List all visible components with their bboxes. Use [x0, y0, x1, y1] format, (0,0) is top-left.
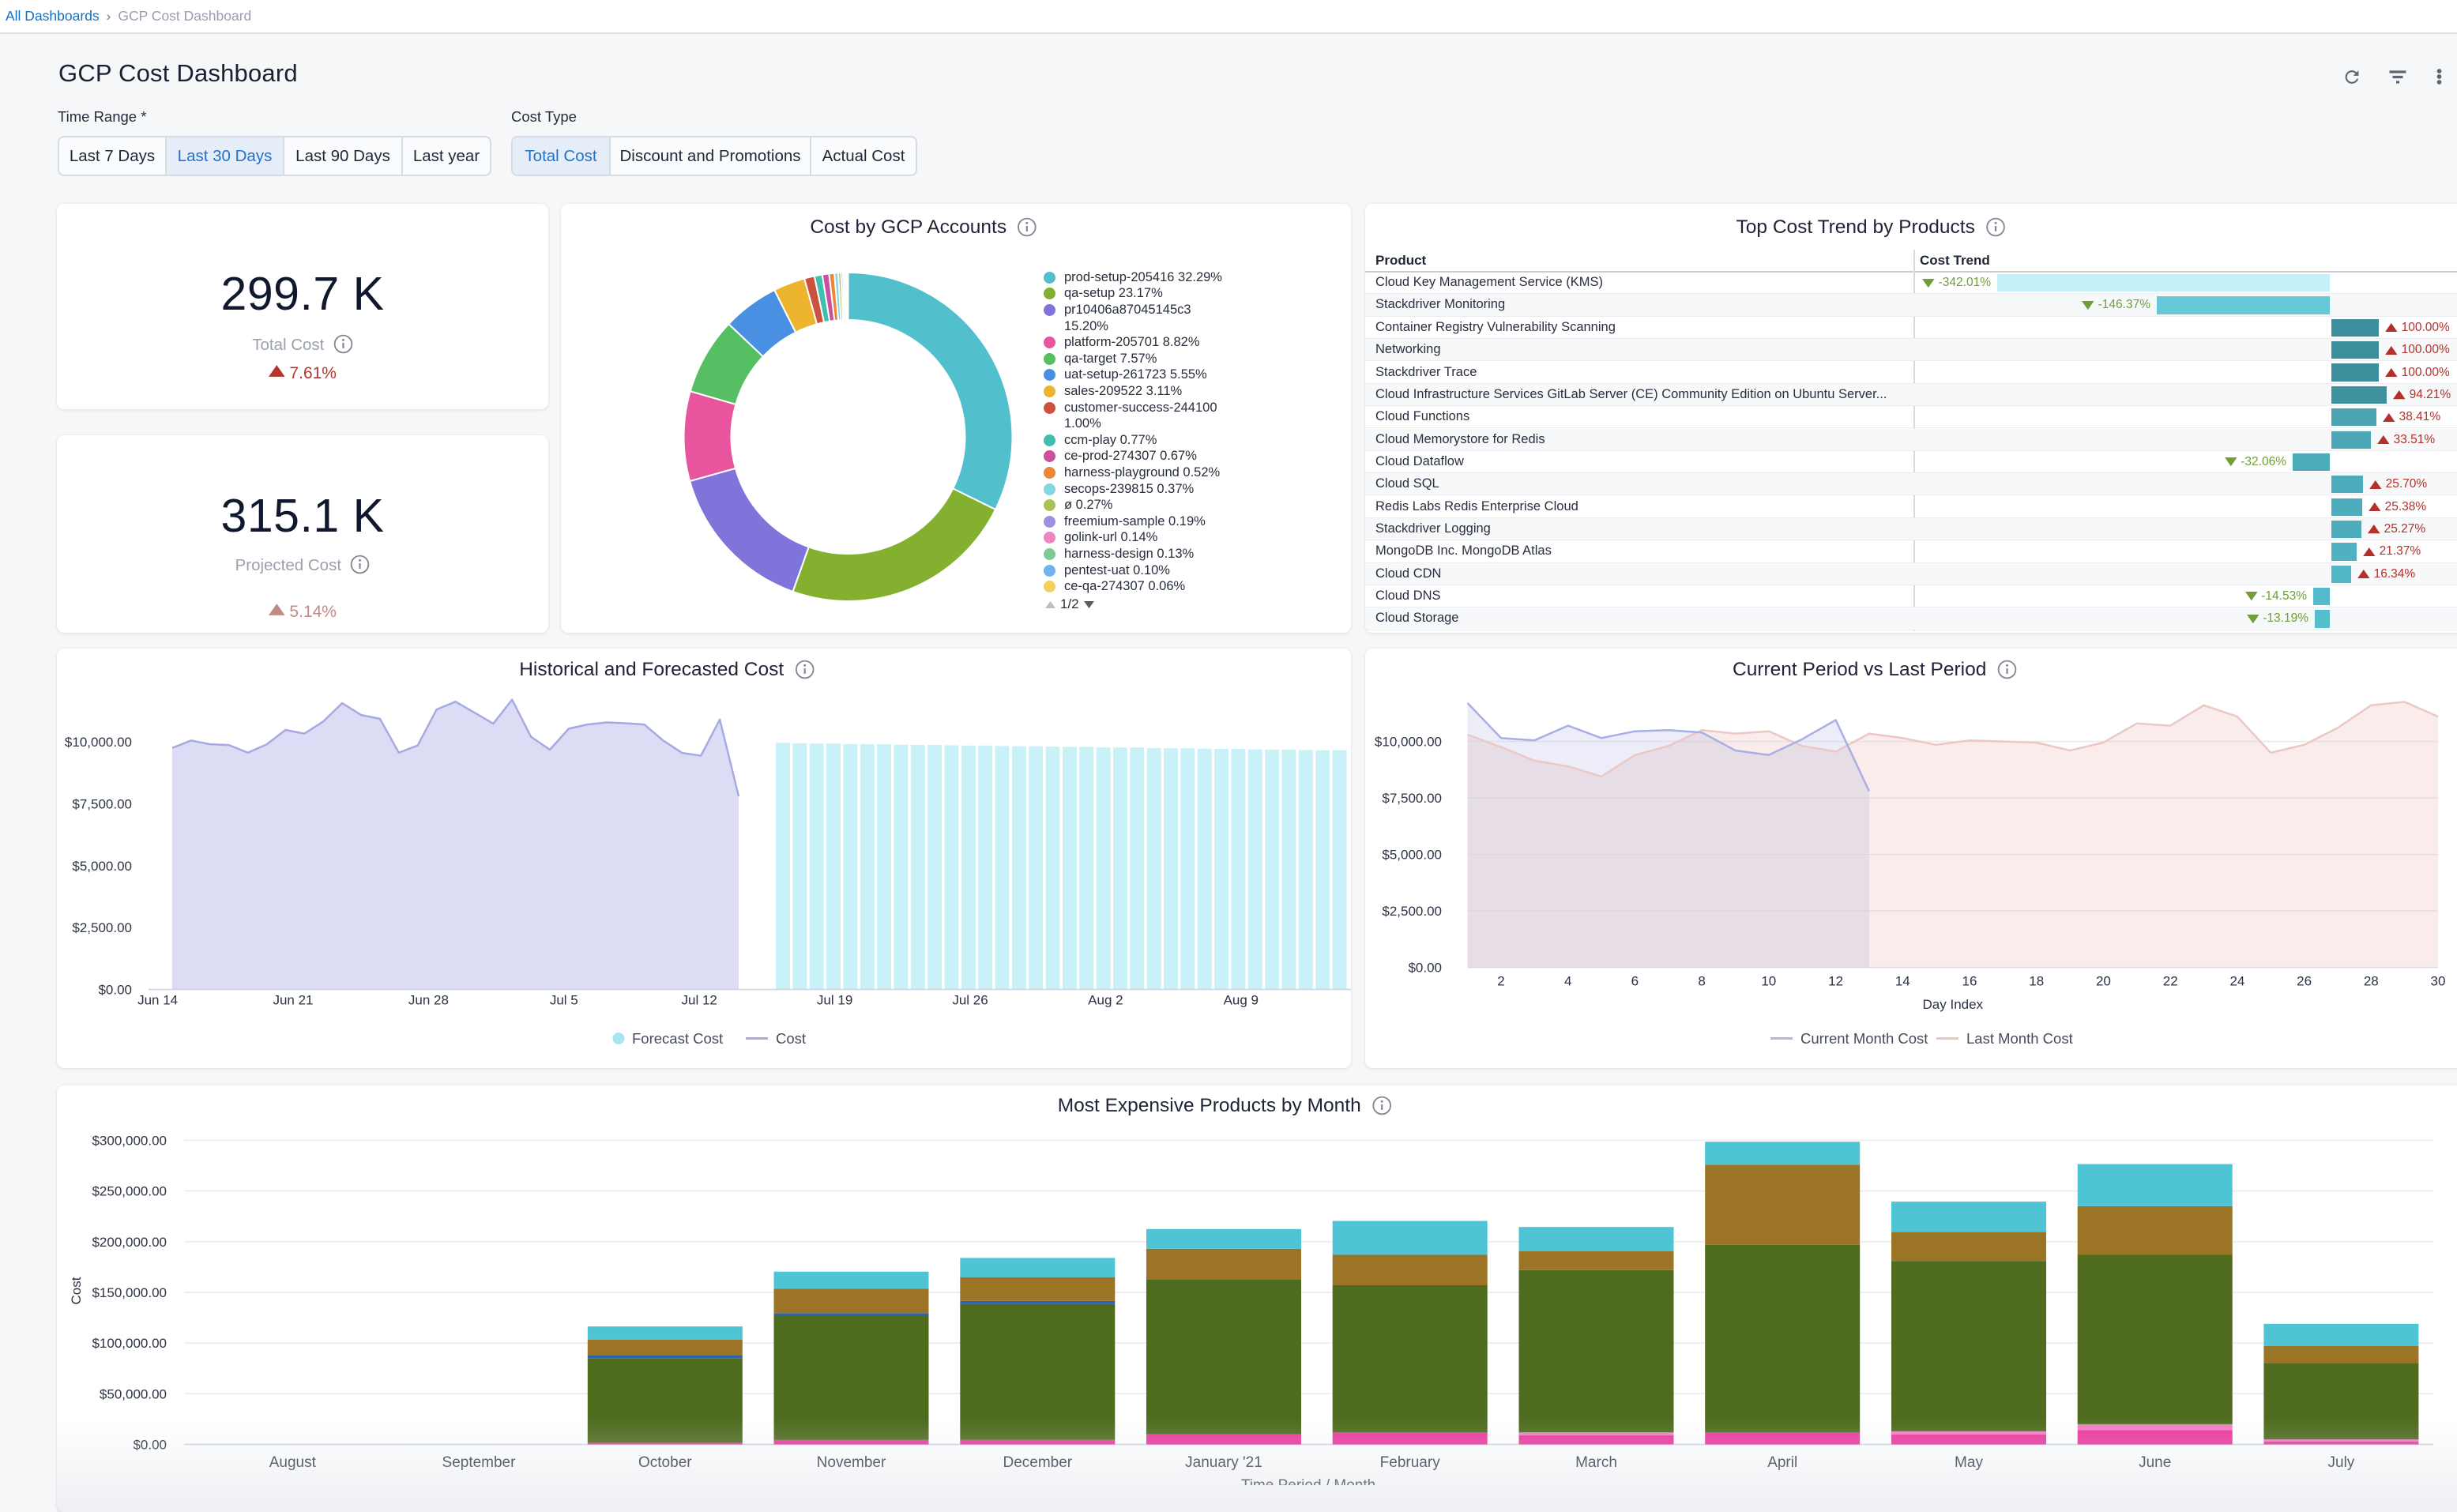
svg-text:$250,000.00: $250,000.00: [92, 1184, 167, 1199]
svg-text:14: 14: [1895, 974, 1910, 989]
svg-text:Jun 21: Jun 21: [273, 993, 313, 1008]
svg-text:Forecast Cost: Forecast Cost: [632, 1030, 723, 1047]
svg-text:Day Index: Day Index: [1923, 997, 1984, 1012]
svg-text:$2,500.00: $2,500.00: [72, 920, 132, 935]
svg-text:Jul 19: Jul 19: [817, 993, 852, 1008]
svg-text:30: 30: [2431, 974, 2446, 989]
svg-text:Aug 2: Aug 2: [1088, 993, 1123, 1008]
svg-text:8: 8: [1698, 974, 1705, 989]
svg-text:$10,000.00: $10,000.00: [65, 735, 132, 750]
svg-text:$300,000.00: $300,000.00: [92, 1134, 167, 1149]
svg-text:4: 4: [1564, 974, 1571, 989]
svg-text:$2,500.00: $2,500.00: [1382, 904, 1442, 919]
svg-text:18: 18: [2029, 974, 2044, 989]
svg-text:Last Month Cost: Last Month Cost: [1966, 1030, 2073, 1047]
svg-text:$200,000.00: $200,000.00: [92, 1235, 167, 1250]
svg-text:$5,000.00: $5,000.00: [1382, 848, 1442, 863]
svg-text:28: 28: [2364, 974, 2379, 989]
svg-text:$7,500.00: $7,500.00: [72, 796, 132, 811]
svg-text:Jun 14: Jun 14: [137, 993, 178, 1008]
svg-text:$10,000.00: $10,000.00: [1375, 735, 1442, 750]
svg-text:Cost: Cost: [69, 1277, 84, 1304]
svg-text:$150,000.00: $150,000.00: [92, 1285, 167, 1300]
svg-text:6: 6: [1631, 974, 1639, 989]
svg-text:$50,000.00: $50,000.00: [100, 1386, 167, 1401]
svg-text:26: 26: [2297, 974, 2312, 989]
svg-text:22: 22: [2163, 974, 2178, 989]
svg-text:Aug 9: Aug 9: [1224, 993, 1259, 1008]
svg-text:20: 20: [2096, 974, 2111, 989]
svg-text:24: 24: [2229, 974, 2244, 989]
svg-text:Jul 5: Jul 5: [550, 993, 578, 1008]
svg-text:12: 12: [1828, 974, 1843, 989]
svg-text:2: 2: [1497, 974, 1504, 989]
svg-text:Cost: Cost: [776, 1030, 806, 1047]
svg-text:10: 10: [1761, 974, 1776, 989]
svg-text:$0.00: $0.00: [98, 983, 132, 998]
svg-text:Current Month Cost: Current Month Cost: [1800, 1030, 1928, 1047]
svg-text:16: 16: [1962, 974, 1977, 989]
svg-text:$5,000.00: $5,000.00: [72, 859, 132, 874]
svg-text:Jul 12: Jul 12: [682, 993, 717, 1008]
svg-text:$7,500.00: $7,500.00: [1382, 791, 1442, 806]
svg-text:$0.00: $0.00: [1408, 961, 1442, 976]
svg-text:Jun 28: Jun 28: [408, 993, 449, 1008]
svg-text:Jul 26: Jul 26: [952, 993, 988, 1008]
svg-text:$100,000.00: $100,000.00: [92, 1336, 167, 1351]
